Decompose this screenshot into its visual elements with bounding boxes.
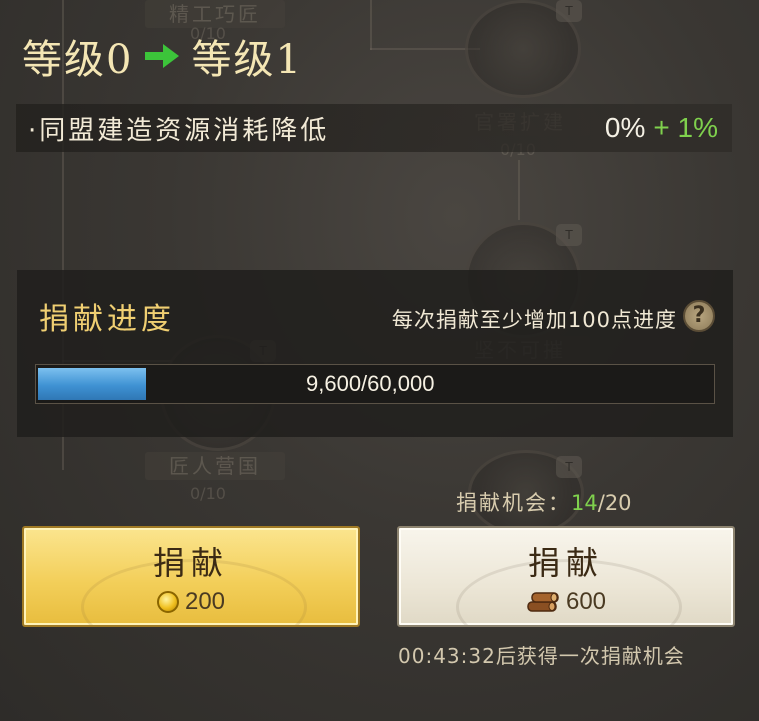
level-to: 等级1 [191, 37, 303, 83]
tech-name-plate: 精工巧匠 [145, 0, 285, 28]
next-chance-timer: 00:43:32后获得一次捐献机会 [398, 644, 685, 668]
effect-row: ·同盟建造资源消耗降低 0% + 1% [16, 104, 732, 152]
right-arrow-icon [145, 44, 180, 68]
tree-connector [370, 0, 372, 50]
tech-badge-icon: T [556, 224, 582, 246]
progress-bar-fill [38, 368, 146, 400]
donate-button-label: 捐献 [152, 544, 229, 582]
tech-badge-icon: T [556, 0, 582, 22]
tech-name-plate: 匠人营国 [145, 452, 285, 480]
gold-coin-icon [156, 591, 179, 613]
donate-cost-value: 200 [184, 588, 226, 615]
tree-connector [370, 48, 480, 50]
progress-bar: 9,600/60,000 [35, 364, 715, 404]
donate-cost-value: 600 [565, 588, 607, 615]
progress-hint: 每次捐献至少增加100点进度 [391, 308, 677, 332]
effect-values: 0% + 1% [605, 112, 718, 144]
wood-logs-icon [527, 592, 559, 612]
progress-value-text: 9,600/60,000 [306, 371, 435, 396]
level-upgrade-title: 等级0 等级1 [22, 28, 303, 84]
donate-gold-button[interactable]: 捐献 200 [22, 526, 360, 627]
chances-max: 20 [604, 491, 632, 515]
tree-connector [518, 160, 520, 220]
donate-cost: 200 [24, 588, 358, 616]
tech-count: 0/10 [190, 484, 226, 503]
chances-label: 捐献机会： [456, 491, 571, 515]
progress-title: 捐献进度 [39, 302, 175, 337]
donate-cost: 600 [399, 588, 733, 616]
question-icon[interactable]: ? [683, 300, 715, 332]
donation-progress-panel: 捐献进度 每次捐献至少增加100点进度 ? 9,600/60,000 [17, 270, 733, 437]
effect-increase-value: + 1% [653, 112, 718, 143]
donation-chances: 捐献机会：14/20 [456, 487, 632, 517]
chances-current: 14 [571, 491, 598, 515]
chances-separator: / [597, 491, 605, 515]
tech-badge-icon: T [556, 456, 582, 478]
donate-wood-button[interactable]: 捐献 600 [397, 526, 735, 627]
tech-node [465, 0, 581, 98]
donate-button-label: 捐献 [527, 544, 604, 582]
level-from: 等级0 [22, 37, 134, 83]
effect-current-value: 0% [604, 112, 646, 143]
effect-label: ·同盟建造资源消耗降低 [28, 115, 330, 146]
